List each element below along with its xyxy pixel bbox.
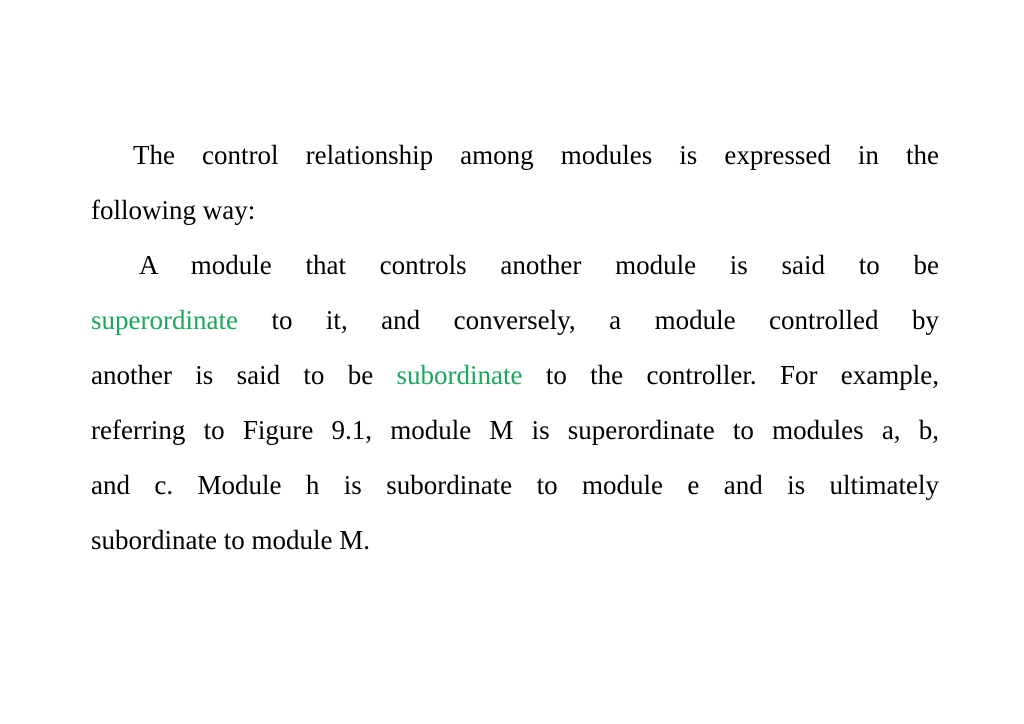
paragraph-2-line-6: subordinate to module M.	[91, 525, 370, 555]
paragraph-2-line-5: and c. Module h is subordinate to module…	[91, 470, 939, 500]
paragraph-1-line-1: The control relationship among modules i…	[133, 140, 939, 170]
paragraph-2-line-3: another is said to be subordinate to the…	[91, 355, 939, 395]
term-superordinate: superordinate	[91, 305, 238, 335]
paragraph-2-line-4: referring to Figure 9.1, module M is sup…	[91, 415, 939, 445]
line-text: another is said to be	[91, 360, 397, 390]
paragraph-2-line-2: superordinate to it, and conversely, a m…	[91, 300, 939, 340]
term-subordinate: subordinate	[396, 360, 523, 390]
paragraph-1-line-2: following way:	[91, 195, 256, 225]
line-text: to it, and conversely, a module controll…	[237, 305, 939, 335]
paragraph-2-line-1: A module that controls another module is…	[139, 250, 939, 280]
line-text: to the controller. For example,	[522, 360, 939, 390]
